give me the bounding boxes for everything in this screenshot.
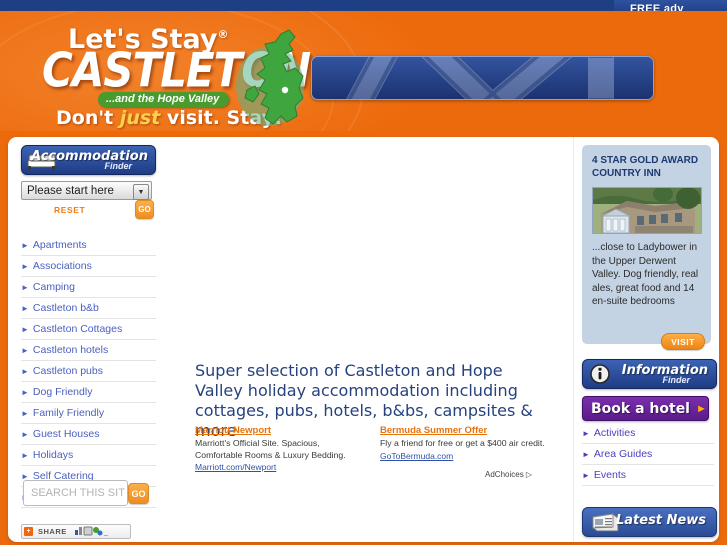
play-arrow-icon: ► [695,402,707,415]
latest-news-label: Latest News [615,513,706,528]
info-circle-icon [590,364,610,388]
bullet-arrow-icon: ► [21,346,29,355]
accommodation-type-select-value: Please start here [27,184,114,197]
search-go-button[interactable]: GO [128,483,149,504]
search-input-placeholder: SEARCH THIS SIT [31,487,125,499]
ad-item: Bermuda Summer Offer Fly a friend for fr… [380,425,550,461]
sidebar-item-castleton-pubs[interactable]: ► Castleton pubs [21,361,156,382]
promo-title: 4 STAR GOLD AWARD COUNTRY INN [592,155,699,179]
bullet-arrow-icon: ► [21,409,29,418]
logo-slogan-part1: Don't [56,107,120,129]
sidebar-item-castleton-bnb[interactable]: ► Castleton b&b [21,298,156,319]
main-content: Super selection of Castleton and Hope Va… [168,137,574,542]
ad-title[interactable]: Marriott Newport [195,425,365,436]
latest-news-button[interactable]: Latest News [582,507,717,537]
ad-item: Marriott Newport Marriott's Official Sit… [195,425,365,472]
sidebar-item-label: Family Friendly [32,407,105,419]
sidebar-item-camping[interactable]: ► Camping [21,277,156,298]
promo-visit-button[interactable]: VISIT [661,333,705,350]
ad-url[interactable]: Marriott.com/Newport [195,462,365,472]
share-icon: + [24,527,33,536]
ad-url[interactable]: GoToBermuda.com [380,451,550,461]
sidebar-item-activities[interactable]: ► Activities [582,423,714,444]
share-bar[interactable]: + SHARE _ [21,524,131,539]
accommodation-type-select[interactable]: Please start here ▼ [21,181,152,200]
svg-text:_: _ [103,529,109,536]
sidebar-item-label: Castleton b&b [32,302,99,314]
uk-map-icon [223,28,318,131]
accommodation-finder-button[interactable]: Accommodation Finder [21,145,156,175]
sidebar-item-family-friendly[interactable]: ► Family Friendly [21,403,156,424]
bullet-arrow-icon: ► [582,450,590,459]
left-sidebar: Accommodation Finder Please start here ▼… [8,137,168,542]
share-label: SHARE [38,527,67,536]
right-item-label: Events [593,469,627,481]
promo-card-country-inn[interactable]: 4 STAR GOLD AWARD COUNTRY INN ...close t… [582,145,711,350]
country-inn-photo [592,187,702,234]
bullet-arrow-icon: ► [21,304,29,313]
logo-hope-valley-tag: ...and the Hope Valley [98,92,230,107]
information-finder-subtitle: Finder [662,375,690,385]
advertisement-block: Marriott Newport Marriott's Official Sit… [195,425,555,485]
sidebar-item-events[interactable]: ► Events [582,465,714,486]
sidebar-item-dog-friendly[interactable]: ► Dog Friendly [21,382,156,403]
ad-body: Fly a friend for free or get a $400 air … [380,438,545,448]
sidebar-item-label: Associations [32,260,92,272]
sidebar-item-label: Castleton pubs [32,365,103,377]
sidebar-item-associations[interactable]: ► Associations [21,256,156,277]
sidebar-item-area-guides[interactable]: ► Area Guides [582,444,714,465]
search-input[interactable]: SEARCH THIS SIT [23,480,128,506]
right-sidebar: 4 STAR GOLD AWARD COUNTRY INN ...close t… [574,137,719,542]
sidebar-item-label: Holidays [32,449,74,461]
bullet-arrow-icon: ► [21,241,29,250]
social-icons[interactable]: _ [74,526,109,538]
sidebar-item-guest-houses[interactable]: ► Guest Houses [21,424,156,445]
ad-body: Marriott's Official Site. Spacious, Comf… [195,438,346,460]
bullet-arrow-icon: ► [582,471,590,480]
book-a-hotel-button[interactable]: Book a hotel ► [582,396,709,421]
accommodation-finder-subtitle: Finder [104,161,132,171]
accommodation-go-button[interactable]: GO [135,200,154,219]
reset-link[interactable]: RESET [54,205,85,215]
book-a-hotel-label: Book a hotel [591,400,690,417]
adchoices-triangle-icon: ▷ [525,470,533,479]
bullet-arrow-icon: ► [21,388,29,397]
bullet-arrow-icon: ► [21,283,29,292]
sidebar-item-apartments[interactable]: ► Apartments [21,235,156,256]
sidebar-item-castleton-hotels[interactable]: ► Castleton hotels [21,340,156,361]
sidebar-item-label: Guest Houses [32,428,100,440]
bullet-arrow-icon: ► [21,430,29,439]
site-logo[interactable]: Let's Stay® CASTLETON ...and the Hope Va… [38,22,311,129]
content-panel: Accommodation Finder Please start here ▼… [8,137,719,542]
sidebar-item-label: Castleton Cottages [32,323,123,335]
site-header: Let's Stay® CASTLETON ...and the Hope Va… [0,11,727,131]
bullet-arrow-icon: ► [21,325,29,334]
adchoices-label: AdChoices [485,470,524,479]
sidebar-item-label: Camping [32,281,75,293]
bullet-arrow-icon: ► [21,367,29,376]
bullet-arrow-icon: ► [21,451,29,460]
sidebar-item-castleton-cottages[interactable]: ► Castleton Cottages [21,319,156,340]
sidebar-item-label: Castleton hotels [32,344,109,356]
information-finder-button[interactable]: Information Finder [582,359,717,389]
logo-slogan-just: just [119,107,161,129]
promo-body: ...close to Ladybower in the Upper Derwe… [592,242,699,307]
sidebar-item-label: Dog Friendly [32,386,93,398]
right-item-label: Area Guides [593,448,653,460]
sidebar-item-label: Apartments [32,239,87,251]
information-nav-list: ► Activities ► Area Guides ► Events [582,423,714,486]
bullet-arrow-icon: ► [21,262,29,271]
adchoices-button[interactable]: AdChoices ▷ [485,470,532,479]
bullet-arrow-icon: ► [582,429,590,438]
right-item-label: Activities [593,427,636,439]
film-strip-banner[interactable] [311,56,654,100]
chevron-down-icon[interactable]: ▼ [133,184,149,200]
ad-title[interactable]: Bermuda Summer Offer [380,425,550,436]
sidebar-item-holidays[interactable]: ► Holidays [21,445,156,466]
accommodation-nav-list: ► Apartments ► Associations ► Camping ► Cast… [21,235,156,508]
